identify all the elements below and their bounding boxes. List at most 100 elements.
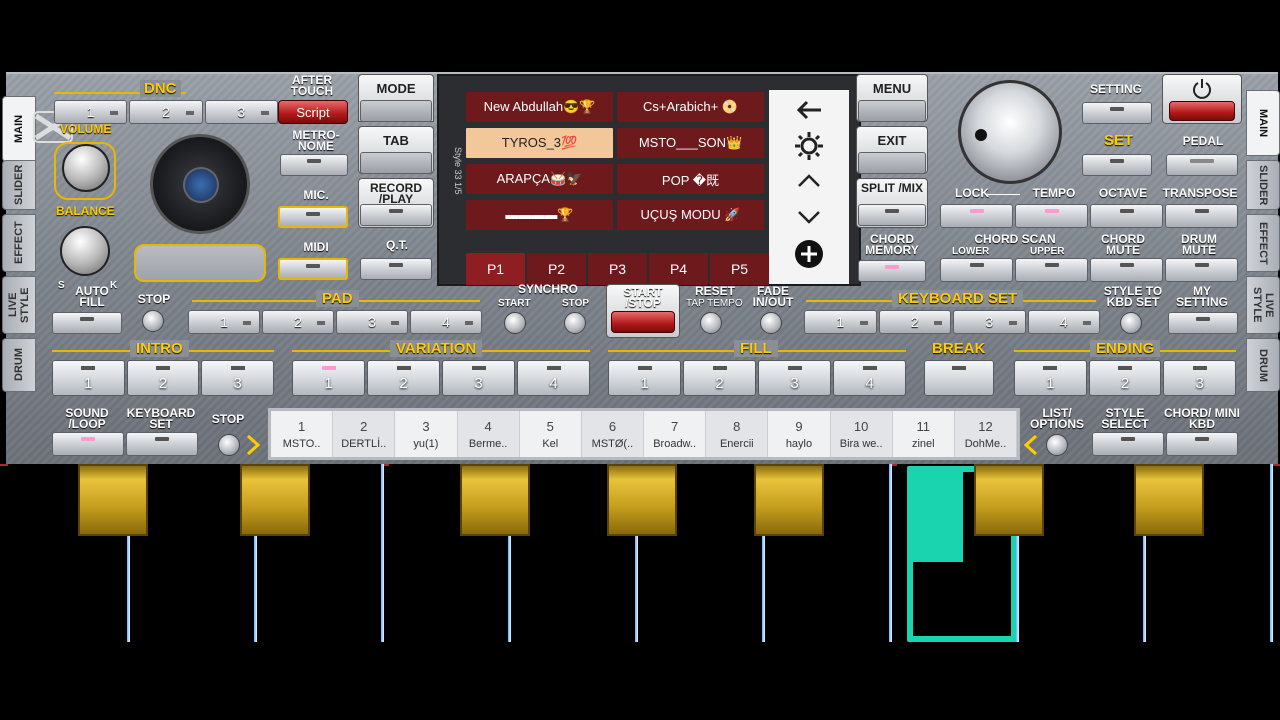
reg-stop-knob[interactable] bbox=[218, 434, 240, 456]
sound-loop-button[interactable] bbox=[52, 432, 124, 456]
black-key[interactable] bbox=[974, 464, 1044, 536]
volume-knob[interactable] bbox=[62, 144, 110, 192]
fill-button-3[interactable]: 3 bbox=[758, 360, 831, 396]
side-tab-drum-left[interactable]: DRUM bbox=[2, 338, 36, 392]
keyboard-set-button-4[interactable]: 4 bbox=[1027, 310, 1100, 334]
dnc-button-2[interactable]: 2 bbox=[129, 100, 203, 124]
gear-icon[interactable] bbox=[793, 130, 825, 162]
lock-button[interactable] bbox=[940, 204, 1013, 228]
chevron-down-icon[interactable] bbox=[795, 208, 823, 226]
ending-button-2[interactable]: 2 bbox=[1088, 360, 1162, 396]
fill-button-4[interactable]: 4 bbox=[833, 360, 906, 396]
qt-button[interactable] bbox=[360, 258, 432, 280]
ending-button-1[interactable]: 1 bbox=[1014, 360, 1087, 396]
dnc-button-3[interactable]: 3 bbox=[204, 100, 278, 124]
back-arrow-icon[interactable] bbox=[793, 98, 825, 122]
registration-slot[interactable]: 6 MSTØ(.. bbox=[581, 411, 645, 457]
ending-button-3[interactable]: 3 bbox=[1163, 360, 1237, 396]
auto-fill-button[interactable] bbox=[52, 312, 122, 334]
variation-button-3[interactable]: 3 bbox=[442, 360, 515, 396]
registration-slot[interactable]: 1 MSTO.. bbox=[271, 411, 334, 457]
song-slot-2[interactable]: Cs+Arabich+ 📀 bbox=[617, 92, 764, 122]
set-button[interactable] bbox=[1082, 154, 1152, 176]
list-options-knob[interactable] bbox=[1046, 434, 1068, 456]
black-key[interactable] bbox=[78, 464, 148, 536]
upper-button[interactable] bbox=[1015, 258, 1088, 282]
song-slot-1[interactable]: New Abdullah😎🏆 bbox=[466, 92, 613, 122]
lower-button[interactable] bbox=[940, 258, 1013, 282]
pad-button-4[interactable]: 4 bbox=[410, 310, 482, 334]
display-slot[interactable] bbox=[134, 244, 266, 282]
page-tab-p1[interactable]: P1 bbox=[466, 253, 525, 285]
synchro-start-knob[interactable] bbox=[504, 312, 526, 334]
registration-slot[interactable]: 10 Bira we.. bbox=[830, 411, 893, 457]
menu-switch[interactable] bbox=[858, 100, 926, 122]
transpose-button[interactable] bbox=[1165, 204, 1238, 228]
mode-switch[interactable] bbox=[360, 100, 432, 122]
song-slot-4[interactable]: MSTO___SON👑 bbox=[617, 128, 764, 158]
registration-slot[interactable]: 3 yu(1) bbox=[395, 411, 458, 457]
variation-button-4[interactable]: 4 bbox=[517, 360, 590, 396]
side-tab-effect-left[interactable]: EFFECT bbox=[2, 214, 36, 272]
intro-button-1[interactable]: 1 bbox=[52, 360, 125, 396]
pitch-joystick[interactable] bbox=[150, 134, 250, 234]
my-setting-button[interactable] bbox=[1168, 312, 1238, 334]
registration-slot[interactable]: 2 DERTLİ.. bbox=[333, 411, 396, 457]
registration-slot[interactable]: 11 zinel bbox=[892, 411, 955, 457]
tempo-button[interactable] bbox=[1015, 204, 1088, 228]
black-key[interactable] bbox=[1134, 464, 1204, 536]
break-button[interactable] bbox=[924, 360, 994, 396]
white-key[interactable] bbox=[135, 464, 257, 642]
fill-button-2[interactable]: 2 bbox=[683, 360, 756, 396]
chevron-up-icon[interactable] bbox=[795, 172, 823, 190]
black-key[interactable] bbox=[607, 464, 677, 536]
chord-mute-button[interactable] bbox=[1090, 258, 1163, 282]
side-tab-live-style-left[interactable]: LIVE STYLE bbox=[2, 276, 36, 334]
keyboard-set-small-button[interactable] bbox=[126, 432, 198, 456]
metronome-button[interactable] bbox=[280, 154, 348, 176]
side-tab-drum-right[interactable]: DRUM bbox=[1246, 338, 1280, 392]
black-key[interactable] bbox=[460, 464, 530, 536]
page-tab-p2[interactable]: P2 bbox=[527, 253, 586, 285]
side-tab-main-right[interactable]: MAIN bbox=[1246, 90, 1280, 156]
registration-slot[interactable]: 4 Berme.. bbox=[457, 411, 520, 457]
chord-memory-button[interactable] bbox=[858, 260, 926, 282]
intro-button-3[interactable]: 3 bbox=[201, 360, 275, 396]
script-button[interactable]: Script bbox=[278, 100, 348, 124]
exit-switch[interactable] bbox=[858, 152, 926, 174]
mic-button[interactable] bbox=[278, 206, 348, 228]
side-tab-slider-right[interactable]: SLIDER bbox=[1246, 160, 1280, 210]
pad-button-3[interactable]: 3 bbox=[336, 310, 408, 334]
record-switch[interactable] bbox=[360, 204, 432, 226]
chord-mini-kbd-button[interactable] bbox=[1166, 432, 1238, 456]
keyboard-set-button-3[interactable]: 3 bbox=[953, 310, 1026, 334]
song-slot-6[interactable]: POP �既 bbox=[617, 164, 764, 194]
style-select-button[interactable] bbox=[1092, 432, 1164, 456]
intro-button-2[interactable]: 2 bbox=[126, 360, 200, 396]
split-switch[interactable] bbox=[858, 204, 926, 226]
side-tab-main-left[interactable]: MAIN bbox=[2, 96, 36, 162]
song-slot-5[interactable]: ARAPÇA🥁🦅 bbox=[466, 164, 613, 194]
registration-slot[interactable]: 9 haylo bbox=[768, 411, 831, 457]
dnc-button-1[interactable]: 1 bbox=[54, 100, 128, 124]
chevron-right-icon[interactable] bbox=[246, 434, 260, 456]
midi-button[interactable] bbox=[278, 258, 348, 280]
balance-knob[interactable] bbox=[60, 226, 110, 276]
fade-knob[interactable] bbox=[760, 312, 782, 334]
registration-slot[interactable]: 8 Enercii bbox=[706, 411, 769, 457]
add-icon[interactable] bbox=[793, 238, 825, 270]
pad-stop-knob[interactable] bbox=[142, 310, 164, 332]
keyboard-set-button-2[interactable]: 2 bbox=[878, 310, 951, 334]
data-dial[interactable] bbox=[958, 80, 1062, 184]
page-tab-p3[interactable]: P3 bbox=[588, 253, 647, 285]
registration-slot[interactable]: 7 Broadw.. bbox=[644, 411, 707, 457]
black-key[interactable] bbox=[754, 464, 824, 536]
side-tab-effect-right[interactable]: EFFECT bbox=[1246, 214, 1280, 272]
variation-button-1[interactable]: 1 bbox=[292, 360, 365, 396]
pedal-button[interactable] bbox=[1166, 154, 1238, 176]
pad-button-2[interactable]: 2 bbox=[262, 310, 334, 334]
pad-button-1[interactable]: 1 bbox=[188, 310, 260, 334]
chevron-left-icon[interactable] bbox=[1024, 434, 1038, 456]
song-slot-8[interactable]: UÇUŞ MODU 🚀 bbox=[617, 200, 764, 230]
page-tab-p5[interactable]: P5 bbox=[710, 253, 769, 285]
